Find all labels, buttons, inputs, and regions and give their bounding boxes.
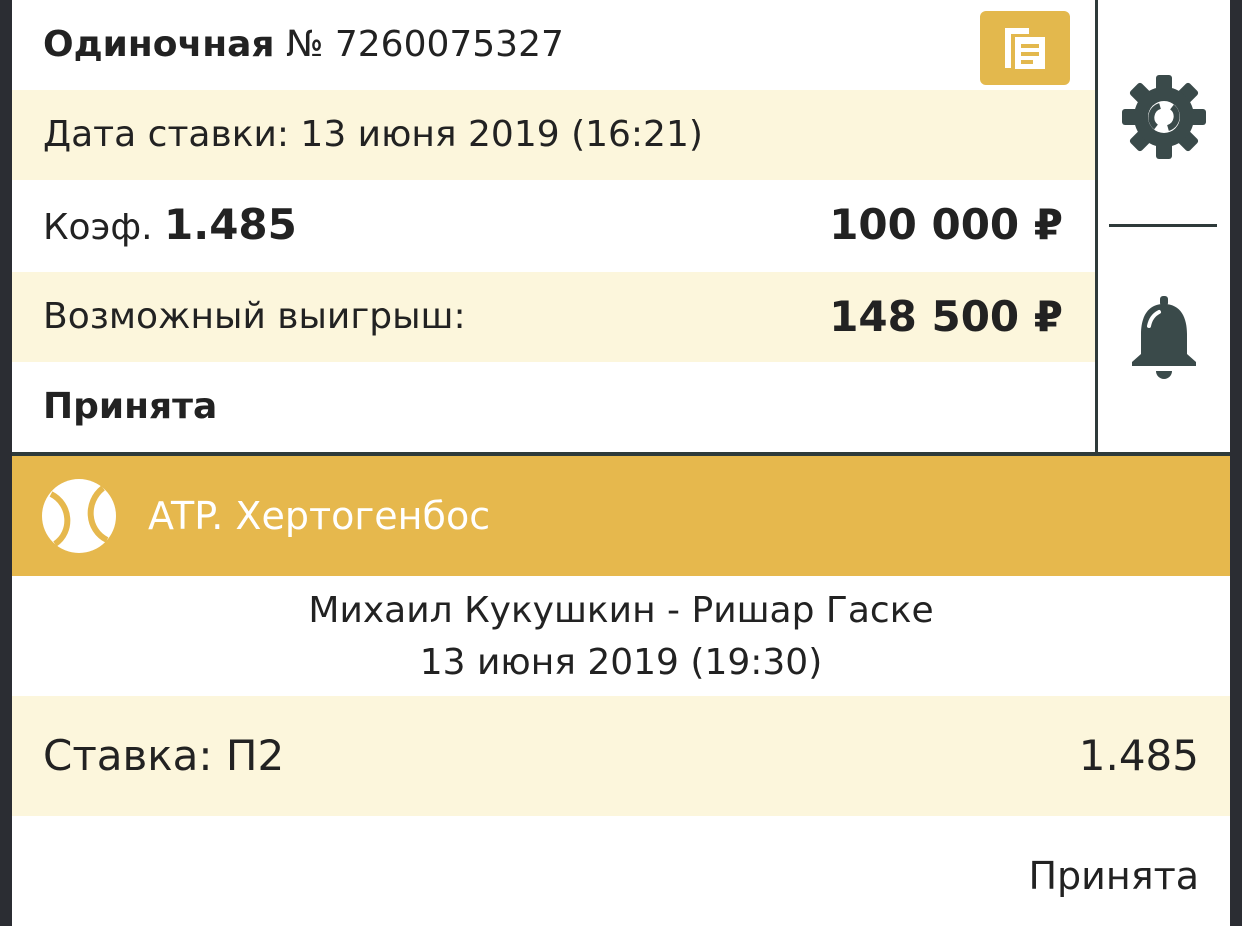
win-row: Возможный выигрыш: 148 500 ₽ — [12, 272, 1095, 362]
bet-summary: Одиночная № 7260075327 Дата ставки: 13 и… — [12, 0, 1230, 452]
win-label: Возможный выигрыш: — [43, 296, 466, 337]
event-header[interactable]: ATP. Хертогенбос — [12, 456, 1230, 576]
copy-icon — [1005, 28, 1045, 69]
coef-label: Коэф. — [43, 207, 153, 248]
bet-header-row: Одиночная № 7260075327 — [12, 0, 1095, 90]
event-status: Принята — [1028, 854, 1199, 898]
win-value: 148 500 ₽ — [829, 292, 1063, 341]
icon-divider — [1109, 224, 1217, 227]
stake-row: Ставка: П2 1.485 — [12, 696, 1230, 816]
coef-row: Коэф. 1.485 100 000 ₽ — [12, 180, 1095, 270]
bet-amount: 100 000 ₽ — [829, 200, 1063, 249]
tennis-ball-icon — [42, 479, 116, 553]
match-date: 13 июня 2019 (19:30) — [419, 642, 823, 683]
gear-icon[interactable] — [1121, 74, 1207, 160]
bet-card: Одиночная № 7260075327 Дата ставки: 13 и… — [12, 0, 1230, 926]
stake-label: Ставка: П2 — [43, 731, 285, 780]
tournament-title: ATP. Хертогенбос — [148, 494, 491, 538]
status-row: Принята — [12, 362, 1095, 452]
bet-date: Дата ставки: 13 июня 2019 (16:21) — [43, 114, 703, 155]
bet-type: Одиночная — [43, 24, 275, 65]
stake-coef: 1.485 — [1078, 731, 1199, 780]
bell-icon[interactable] — [1129, 296, 1199, 386]
vertical-divider — [1095, 0, 1098, 452]
copy-button[interactable] — [980, 11, 1070, 85]
coef-value: 1.485 — [164, 200, 297, 249]
bet-date-row: Дата ставки: 13 июня 2019 (16:21) — [12, 90, 1095, 180]
bet-status: Принята — [43, 386, 218, 427]
bet-number: № 7260075327 — [285, 24, 564, 65]
match-teams: Михаил Кукушкин - Ришар Гаске — [308, 590, 934, 631]
